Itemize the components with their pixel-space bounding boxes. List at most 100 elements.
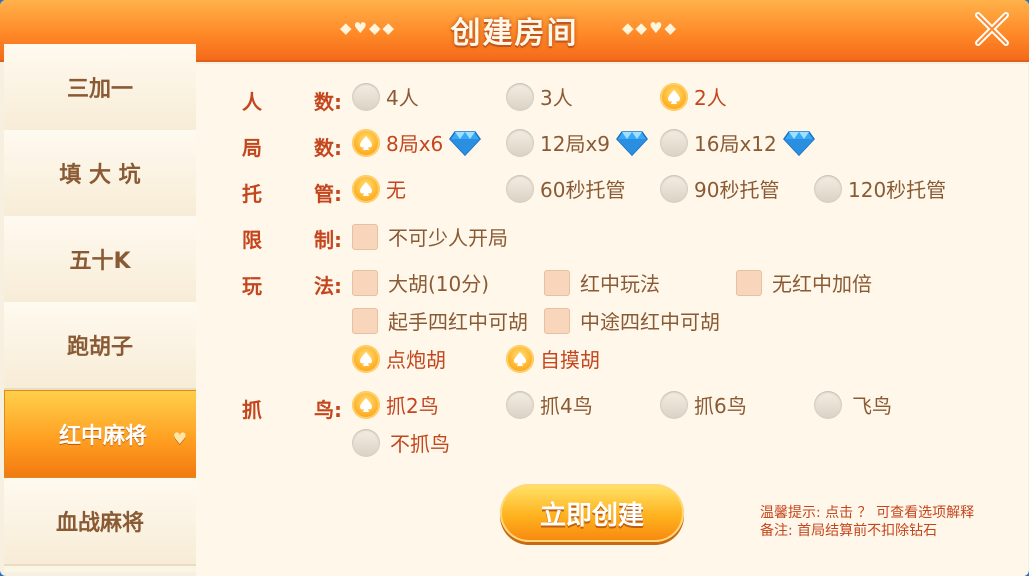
option-label: 90秒托管	[694, 178, 780, 202]
hosting-option-120[interactable]: 120秒托管	[814, 174, 946, 203]
radio-icon	[660, 128, 688, 157]
sidebar-item-sanjiayi[interactable]: 三加一	[4, 44, 196, 132]
diamond-icon	[449, 130, 482, 156]
sidebar-item-label: 红中麻将	[58, 424, 147, 449]
hosting-option-60[interactable]: 60秒托管	[506, 174, 625, 203]
birds-option-none[interactable]: 不抓鸟	[352, 428, 450, 457]
radio-icon	[660, 174, 688, 203]
option-label: 120秒托管	[848, 178, 947, 202]
option-label: 点炮胡	[386, 348, 446, 372]
sidebar-item-hongzhongmajiang[interactable]: 红中麻将 ♥	[4, 390, 202, 478]
game-type-sidebar: 三加一 填 大 坑 五十K 跑胡子 红中麻将 ♥ 血战麻将	[4, 44, 202, 572]
rounds-label: 局数:	[242, 136, 342, 160]
heart-icon: ♥	[172, 429, 187, 448]
players-option-2[interactable]: 2人	[660, 82, 727, 111]
play-option-zimohu[interactable]: 自摸胡	[506, 344, 600, 373]
hosting-label: 托管:	[242, 182, 342, 206]
option-label: 抓6鸟	[694, 394, 747, 418]
checkbox	[352, 269, 378, 296]
checkbox	[736, 269, 762, 296]
tip-line-2: 备注: 首局结算前不扣除钻石	[760, 523, 938, 539]
sidebar-item-tiandakeng[interactable]: 填 大 坑	[4, 130, 196, 218]
sidebar-item-label: 填 大 坑	[59, 163, 141, 188]
birds-option-6[interactable]: 抓6鸟	[660, 390, 747, 419]
option-label: 60秒托管	[540, 178, 626, 202]
option-label: 起手四红中可胡	[388, 310, 528, 334]
players-label: 人数:	[242, 90, 342, 114]
sidebar-item-paohuzi[interactable]: 跑胡子	[4, 302, 196, 390]
birds-label: 抓鸟:	[242, 398, 342, 422]
spade-icon	[352, 174, 380, 203]
players-option-4[interactable]: 4人	[352, 82, 419, 111]
option-label: 抓2鸟	[386, 394, 439, 418]
sidebar-item-label: 跑胡子	[66, 335, 133, 360]
radio-icon	[660, 390, 688, 419]
sidebar-item-label: 三加一	[66, 77, 133, 102]
create-now-button[interactable]: 立即创建	[500, 484, 684, 542]
option-label: 8局x6	[386, 132, 444, 156]
option-label: 抓4鸟	[540, 394, 593, 418]
players-option-3[interactable]: 3人	[506, 82, 573, 111]
play-option-dahu[interactable]: 大胡(10分)	[352, 268, 489, 297]
hosting-option-none[interactable]: 无	[352, 174, 406, 203]
radio-icon	[352, 428, 380, 457]
play-option-mid-four-hongzhong[interactable]: 中途四红中可胡	[544, 306, 720, 335]
play-option-hongzhong[interactable]: 红中玩法	[544, 268, 660, 297]
radio-icon	[352, 82, 380, 111]
radio-icon	[814, 390, 842, 419]
spade-icon	[506, 344, 534, 373]
limit-label: 限制:	[242, 228, 342, 252]
birds-option-fly[interactable]: 飞鸟	[814, 390, 892, 419]
radio-icon	[506, 174, 534, 203]
birds-option-2[interactable]: 抓2鸟	[352, 390, 439, 419]
spade-icon	[352, 128, 380, 157]
sidebar-item-label: 五十K	[69, 249, 131, 274]
option-label: 不抓鸟	[390, 432, 450, 456]
option-label: 12局x9	[540, 132, 611, 156]
radio-icon	[506, 128, 534, 157]
checkbox	[544, 307, 570, 334]
birds-option-4[interactable]: 抓4鸟	[506, 390, 593, 419]
option-label: 3人	[540, 86, 573, 110]
option-label: 红中玩法	[580, 272, 660, 296]
option-label: 自摸胡	[540, 348, 600, 372]
rounds-option-8[interactable]: 8局x6	[352, 128, 482, 157]
play-option-dianpaohu[interactable]: 点炮胡	[352, 344, 446, 373]
option-label: 大胡(10分)	[388, 272, 490, 296]
spade-icon	[352, 390, 380, 419]
radio-icon	[506, 390, 534, 419]
rounds-option-16[interactable]: 16局x12	[660, 128, 815, 157]
tip-line-1: 温馨提示: 点击 ？ 可查看选项解释	[760, 505, 975, 521]
checkbox	[352, 307, 378, 334]
spade-icon	[660, 82, 688, 111]
sidebar-item-wushik[interactable]: 五十K	[4, 216, 196, 304]
sidebar-item-xuezhanmajiang[interactable]: 血战麻将	[4, 478, 196, 566]
rounds-option-12[interactable]: 12局x9	[506, 128, 648, 157]
limit-option-no-short[interactable]: 不可少人开局	[352, 222, 508, 251]
option-label: 16局x12	[694, 132, 777, 156]
play-label: 玩法:	[242, 274, 342, 298]
spade-icon	[352, 344, 380, 373]
option-label: 2人	[694, 86, 727, 110]
checkbox	[544, 269, 570, 296]
option-label: 飞鸟	[852, 394, 892, 418]
option-label: 4人	[386, 86, 419, 110]
play-option-start-four-hongzhong[interactable]: 起手四红中可胡	[352, 306, 528, 335]
diamond-icon	[782, 130, 815, 156]
option-label: 无红中加倍	[772, 272, 872, 296]
options-panel: 人数: 4人 3人 2人 局数: 8局x6 12局x9 16局x12 托管: 无…	[196, 64, 1028, 472]
sidebar-item-label: 血战麻将	[55, 511, 144, 536]
close-icon	[975, 12, 1009, 46]
option-label: 无	[386, 178, 406, 202]
play-option-no-hongzhong-double[interactable]: 无红中加倍	[736, 268, 872, 297]
close-button[interactable]	[969, 6, 1015, 52]
option-label: 不可少人开局	[388, 226, 508, 250]
option-label: 中途四红中可胡	[580, 310, 720, 334]
hosting-option-90[interactable]: 90秒托管	[660, 174, 779, 203]
diamond-icon	[616, 130, 648, 156]
checkbox	[352, 223, 378, 250]
radio-icon	[506, 82, 534, 111]
radio-icon	[814, 174, 842, 203]
title-decoration-right: ◆◆♥◆	[622, 19, 679, 37]
create-room-dialog: ◆♥◆◆ 创建房间 ◆◆♥◆ 三加一 填 大 坑 五十K 跑胡子 红中麻将 ♥ 血…	[0, 0, 1029, 576]
